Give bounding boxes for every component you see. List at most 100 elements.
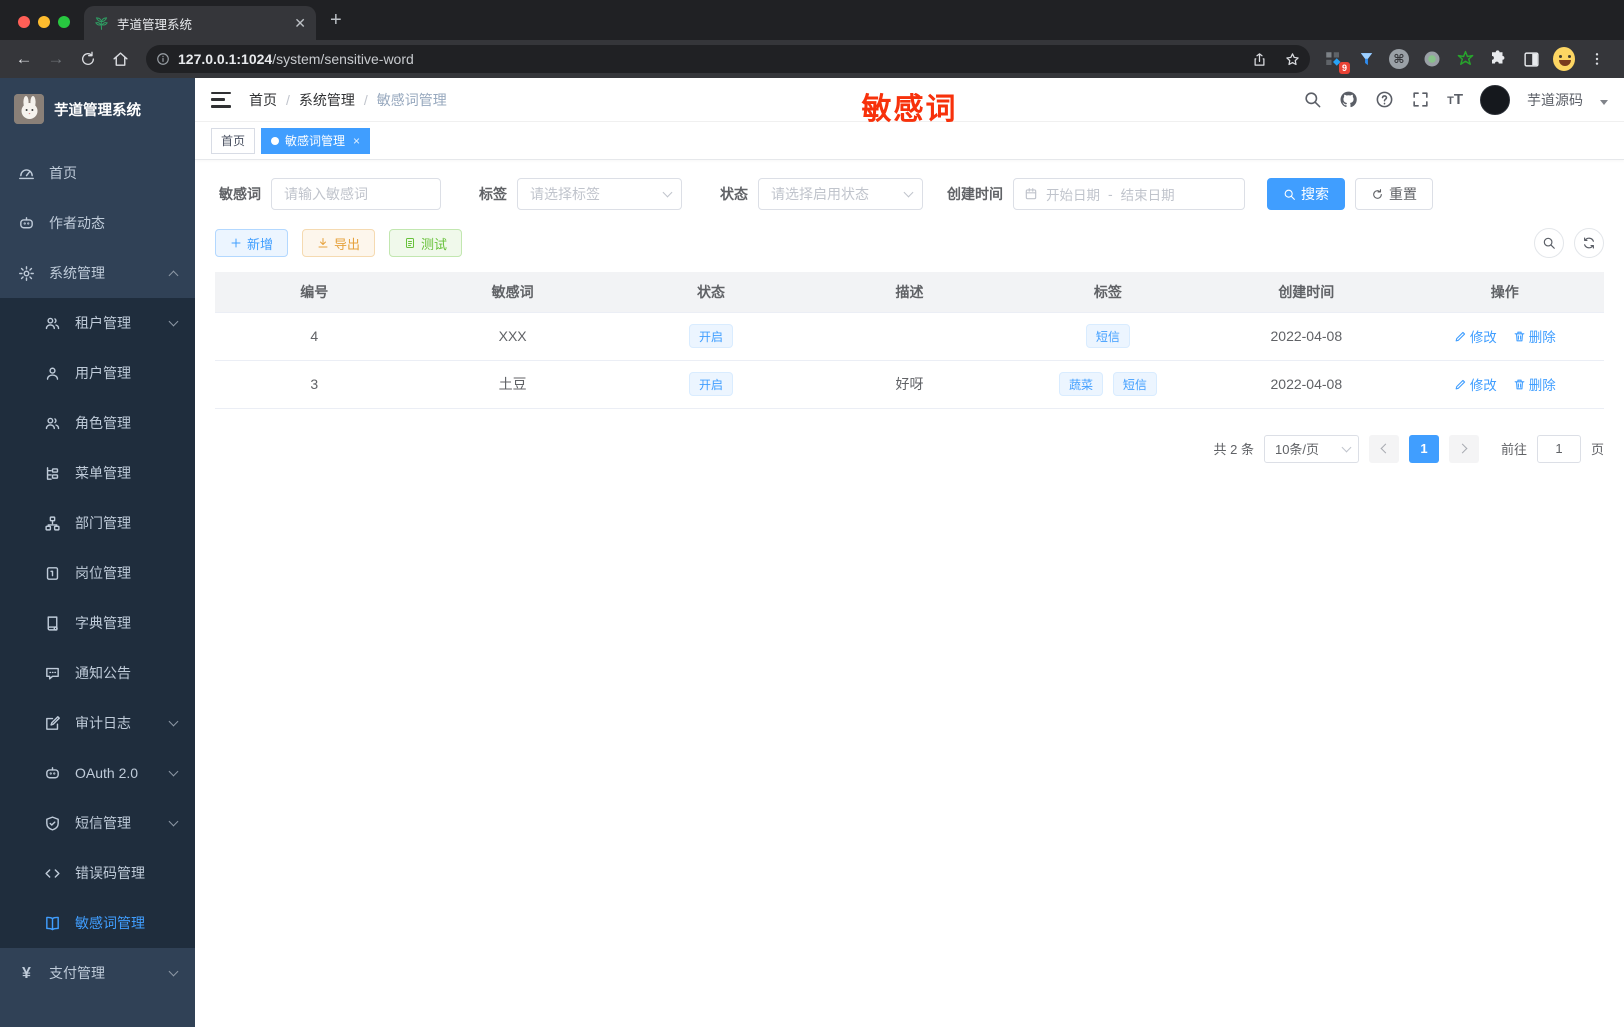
- status-select[interactable]: 请选择启用状态: [758, 178, 923, 210]
- chevron-down-icon: [168, 766, 179, 776]
- breadcrumb-system[interactable]: 系统管理: [299, 90, 355, 110]
- goto-page-input[interactable]: [1536, 434, 1581, 463]
- reload-icon[interactable]: [74, 45, 102, 73]
- current-page-button[interactable]: 1: [1408, 434, 1439, 463]
- sidebar-item-audit-log[interactable]: 审计日志: [0, 698, 195, 748]
- sidebar-item-post[interactable]: 岗位管理: [0, 548, 195, 598]
- funnel-extension-icon[interactable]: [1355, 48, 1377, 70]
- tag-badge: 蔬菜: [1058, 372, 1103, 396]
- forward-icon[interactable]: →: [42, 45, 70, 73]
- table-row[interactable]: 3 土豆 开启 好呀 蔬菜 短信 2022-04-08 修改 删除: [215, 360, 1604, 409]
- fullscreen-icon[interactable]: [1411, 90, 1430, 109]
- sidebar-item-author-news[interactable]: 作者动态: [0, 198, 195, 248]
- robot-icon: [46, 766, 59, 778]
- emoji-profile-icon[interactable]: [1553, 47, 1575, 71]
- keyword-input[interactable]: [284, 186, 428, 202]
- breadcrumb-home[interactable]: 首页: [249, 90, 277, 110]
- address-bar[interactable]: 127.0.0.1:1024/system/sensitive-word: [146, 45, 1310, 73]
- delete-link[interactable]: 删除: [1513, 374, 1556, 394]
- app-frame: 芋道管理系统 首页 作者动态 系统管理 租户管理 用户管理 角色管理 菜单管理 …: [0, 78, 1624, 1027]
- refresh-table-button[interactable]: [1574, 228, 1604, 258]
- sidebar-toggle-icon[interactable]: [211, 91, 231, 108]
- tag-select[interactable]: 请选择标签: [517, 178, 682, 210]
- user-menu-caret-icon[interactable]: [1600, 100, 1608, 105]
- font-size-icon[interactable]: TT: [1447, 91, 1463, 108]
- site-info-icon[interactable]: [156, 52, 170, 66]
- add-button[interactable]: 新增: [215, 229, 289, 257]
- new-tab-button[interactable]: +: [330, 9, 342, 32]
- tag-close-icon[interactable]: ×: [353, 134, 360, 148]
- cell-word: 土豆: [413, 360, 612, 409]
- sidebar-item-user[interactable]: 用户管理: [0, 348, 195, 398]
- back-icon[interactable]: ←: [10, 45, 38, 73]
- plus-icon: [231, 238, 241, 248]
- cell-word: XXX: [413, 311, 612, 361]
- sidebar-item-pay[interactable]: ¥ 支付管理: [0, 948, 195, 998]
- help-icon[interactable]: [1375, 90, 1394, 109]
- tab-close-icon[interactable]: ✕: [294, 15, 306, 32]
- breadcrumb-current: 敏感词管理: [376, 91, 447, 108]
- export-button[interactable]: 导出: [302, 229, 376, 257]
- sidebar-item-system[interactable]: 系统管理: [0, 248, 195, 298]
- user-name[interactable]: 芋道源码: [1527, 90, 1583, 110]
- sidebar-item-menu[interactable]: 菜单管理: [0, 448, 195, 498]
- edit-link[interactable]: 修改: [1454, 374, 1497, 394]
- bookmark-star-icon[interactable]: [1285, 52, 1300, 67]
- home-icon[interactable]: [106, 45, 134, 73]
- sensitive-word-table: 编号 敏感词 状态 描述 标签 创建时间 操作 4 XXX 开启 短信 2022…: [215, 272, 1604, 409]
- github-icon[interactable]: [1339, 90, 1358, 109]
- table-row[interactable]: 4 XXX 开启 短信 2022-04-08 修改 删除: [215, 311, 1604, 361]
- status-badge: 开启: [689, 372, 734, 396]
- recorder-extension-icon[interactable]: [1421, 48, 1443, 70]
- sidebar-item-role[interactable]: 角色管理: [0, 398, 195, 448]
- badge-icon: [46, 566, 59, 580]
- zoom-window-button[interactable]: [58, 16, 70, 28]
- refresh-icon: [1373, 188, 1382, 199]
- sidebar-item-sms[interactable]: 短信管理: [0, 798, 195, 848]
- sidebar-item-sensitive-word[interactable]: 敏感词管理: [0, 898, 195, 948]
- sidebar-item-home[interactable]: 首页: [0, 148, 195, 198]
- share-icon[interactable]: [1252, 52, 1267, 67]
- close-window-button[interactable]: [18, 16, 30, 28]
- split-view-extension-icon[interactable]: [1520, 48, 1542, 70]
- date-range-picker[interactable]: 开始日期 - 结束日期: [1013, 178, 1245, 210]
- breadcrumb: 首页 / 系统管理 / 敏感词管理: [249, 90, 447, 110]
- next-page-button[interactable]: [1448, 434, 1479, 463]
- window-controls[interactable]: [0, 16, 84, 40]
- sidebar-item-notice[interactable]: 通知公告: [0, 648, 195, 698]
- edit-link[interactable]: 修改: [1454, 326, 1497, 346]
- user-avatar[interactable]: [1480, 84, 1510, 115]
- page-size-select[interactable]: 10条/页: [1263, 434, 1359, 463]
- reset-button[interactable]: 重置: [1355, 178, 1433, 210]
- open-book-icon: [46, 916, 59, 930]
- sidebar-item-dict[interactable]: 字典管理: [0, 598, 195, 648]
- test-button[interactable]: 测试: [389, 229, 463, 257]
- document-icon: [406, 238, 415, 248]
- system-submenu: 租户管理 用户管理 角色管理 菜单管理 部门管理 岗位管理 字典管理 通知公告 …: [0, 298, 195, 948]
- tab-grid-extension-icon[interactable]: 9: [1322, 48, 1350, 74]
- tag-home[interactable]: 首页: [211, 127, 256, 154]
- puzzle-extensions-icon[interactable]: [1487, 48, 1509, 70]
- chevron-down-icon: [168, 966, 179, 976]
- pen-icon: [1455, 379, 1465, 389]
- sidebar-item-oauth[interactable]: OAuth 2.0: [0, 748, 195, 798]
- sidebar-item-dept[interactable]: 部门管理: [0, 498, 195, 548]
- delete-link[interactable]: 删除: [1513, 326, 1556, 346]
- browser-menu-icon[interactable]: [1586, 48, 1608, 70]
- command-extension-icon[interactable]: ⌘: [1388, 48, 1410, 70]
- prev-page-button[interactable]: [1368, 434, 1399, 463]
- keyword-input-wrap: [271, 178, 441, 210]
- minimize-window-button[interactable]: [38, 16, 50, 28]
- tag-sensitive-word[interactable]: 敏感词管理 ×: [261, 127, 371, 154]
- sidebar-item-tenant[interactable]: 租户管理: [0, 298, 195, 348]
- sidebar-logo[interactable]: 芋道管理系统: [0, 84, 195, 134]
- show-search-toggle-button[interactable]: [1534, 228, 1564, 258]
- col-desc: 描述: [810, 272, 1009, 312]
- search-icon[interactable]: [1303, 90, 1322, 109]
- col-status: 状态: [611, 272, 811, 312]
- search-button[interactable]: 搜索: [1267, 178, 1345, 210]
- cell-desc: 好呀: [810, 360, 1009, 409]
- sidebar-item-error-code[interactable]: 错误码管理: [0, 848, 195, 898]
- browser-tab[interactable]: 芋道管理系统 ✕: [84, 6, 316, 40]
- green-star-extension-icon[interactable]: [1454, 48, 1476, 70]
